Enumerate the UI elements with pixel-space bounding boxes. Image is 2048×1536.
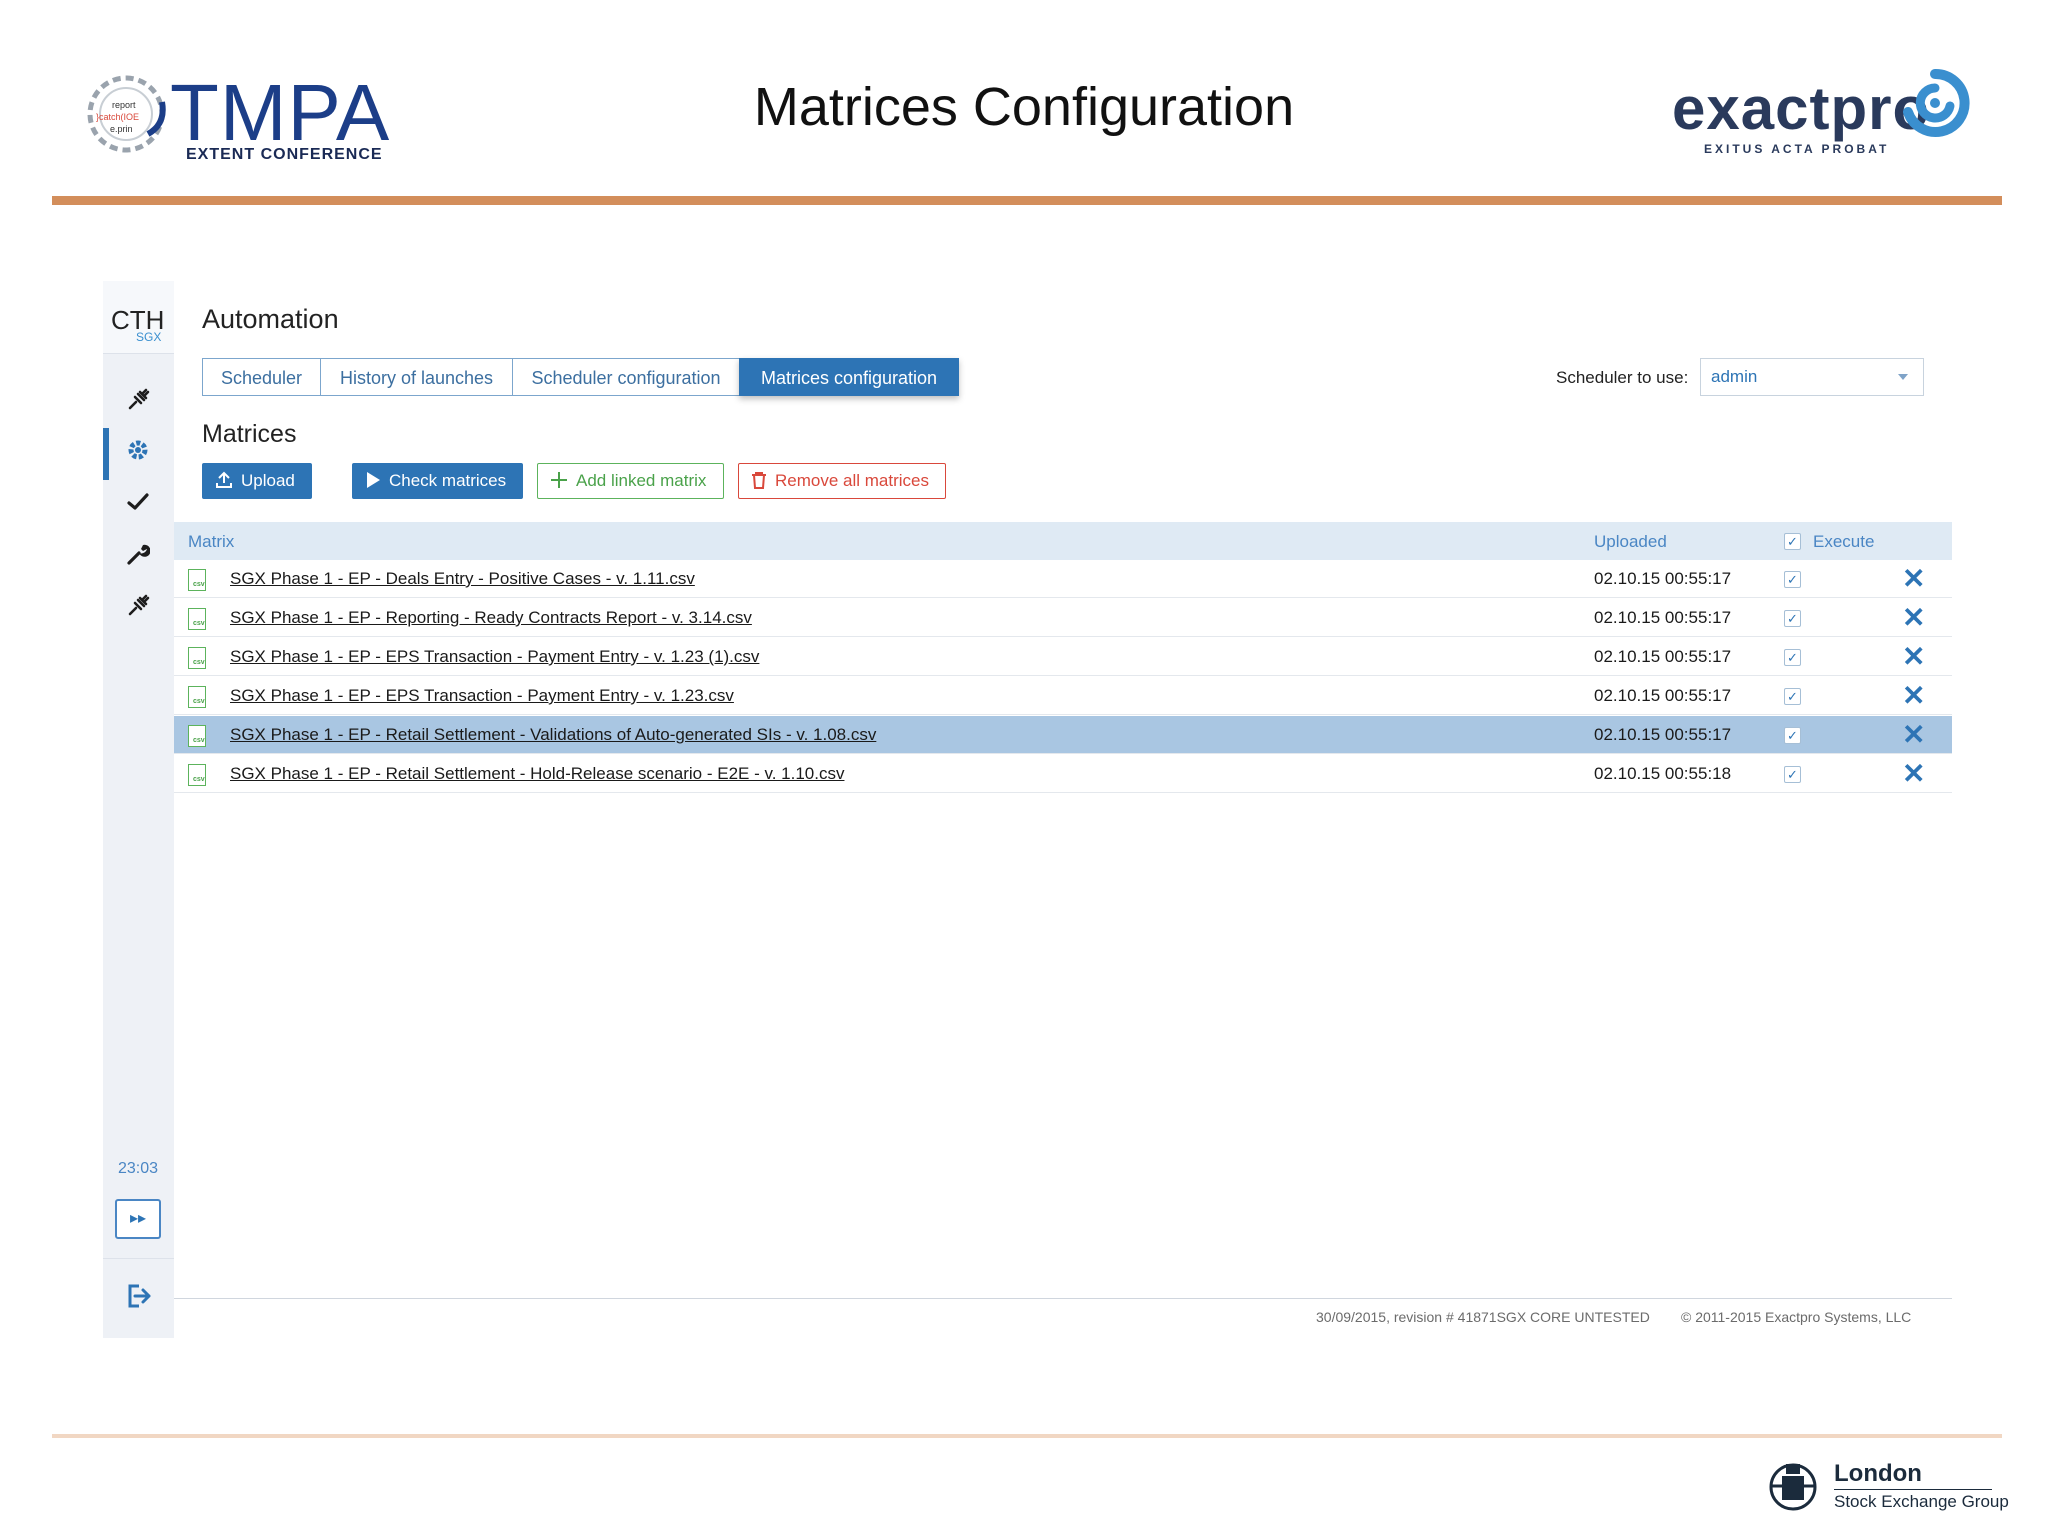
column-header-execute: Execute bbox=[1813, 532, 1875, 551]
close-icon: ✕ bbox=[1902, 758, 1926, 789]
svg-text:}catch(IOE: }catch(IOE bbox=[96, 112, 139, 122]
fast-forward-button[interactable]: ▸▸ bbox=[115, 1199, 161, 1239]
lse-logo-divider bbox=[1834, 1489, 1992, 1490]
header-rule bbox=[52, 196, 2002, 205]
add-linked-matrix-label: Add linked matrix bbox=[576, 471, 707, 490]
tmpa-logo-subtitle: EXTENT CONFERENCE bbox=[186, 146, 383, 163]
sidebar-clock: 23:03 bbox=[118, 1160, 159, 1177]
matrix-file-link[interactable]: SGX Phase 1 - EP - EPS Transaction - Pay… bbox=[230, 647, 759, 667]
csv-file-icon: csv bbox=[188, 725, 206, 747]
footer-rule bbox=[52, 1434, 2002, 1438]
uploaded-date: 02.10.15 00:55:17 bbox=[1594, 686, 1732, 705]
uploaded-date: 02.10.15 00:55:17 bbox=[1594, 569, 1732, 588]
matrix-file-link[interactable]: SGX Phase 1 - EP - EPS Transaction - Pay… bbox=[230, 686, 734, 706]
tab-scheduler[interactable]: Scheduler bbox=[202, 358, 321, 396]
tab-matrices-configuration[interactable]: Matrices configuration bbox=[739, 358, 959, 396]
remove-all-matrices-button[interactable]: Remove all matrices bbox=[738, 463, 946, 499]
copyright: © 2011-2015 Exactpro Systems, LLC bbox=[1681, 1309, 1912, 1325]
upload-button[interactable]: Upload bbox=[202, 463, 312, 499]
execute-checkbox[interactable]: ✓ bbox=[1784, 649, 1801, 666]
scheduler-label: Scheduler to use: bbox=[1556, 368, 1689, 387]
plug-icon[interactable] bbox=[123, 388, 153, 418]
check-matrices-label: Check matrices bbox=[389, 471, 507, 490]
brand-sub: SGX bbox=[136, 330, 162, 344]
section-title: Matrices bbox=[202, 420, 297, 448]
csv-file-icon: csv bbox=[188, 686, 206, 708]
fast-forward-icon: ▸▸ bbox=[129, 1210, 147, 1227]
csv-file-icon: csv bbox=[188, 608, 206, 630]
play-icon bbox=[365, 464, 381, 498]
close-icon: ✕ bbox=[1902, 563, 1926, 594]
matrix-file-link[interactable]: SGX Phase 1 - EP - Reporting - Ready Con… bbox=[230, 608, 752, 628]
lse-crest-icon bbox=[1769, 1463, 1817, 1511]
tab-scheduler-configuration[interactable]: Scheduler configuration bbox=[512, 358, 740, 396]
remove-matrix-button[interactable]: ✕ bbox=[1902, 643, 1925, 671]
uploaded-date: 02.10.15 00:55:17 bbox=[1594, 608, 1732, 627]
execute-checkbox[interactable]: ✓ bbox=[1784, 766, 1801, 783]
scheduler-select[interactable]: admin bbox=[1700, 358, 1924, 396]
close-icon: ✕ bbox=[1902, 641, 1926, 672]
exactpro-logo-text: exactpro bbox=[1672, 75, 1931, 142]
close-icon: ✕ bbox=[1902, 602, 1926, 633]
app-window bbox=[103, 281, 1953, 1338]
app-footer-divider bbox=[174, 1298, 1952, 1299]
exactpro-swirl-icon bbox=[1903, 68, 1970, 137]
execute-checkbox[interactable]: ✓ bbox=[1784, 571, 1801, 588]
uploaded-date: 02.10.15 00:55:18 bbox=[1594, 764, 1732, 783]
execute-all-checkbox[interactable]: ✓ bbox=[1784, 533, 1801, 550]
csv-file-icon: csv bbox=[188, 569, 206, 591]
sidebar-active-indicator bbox=[103, 428, 109, 480]
uploaded-date: 02.10.15 00:55:17 bbox=[1594, 647, 1732, 666]
plug-icon[interactable] bbox=[123, 594, 153, 624]
matrix-file-link[interactable]: SGX Phase 1 - EP - Deals Entry - Positiv… bbox=[230, 569, 695, 589]
remove-matrix-button[interactable]: ✕ bbox=[1902, 682, 1925, 710]
column-header-matrix[interactable]: Matrix bbox=[188, 532, 234, 552]
plus-icon bbox=[550, 464, 568, 498]
upload-icon bbox=[215, 464, 233, 498]
check-matrices-button[interactable]: Check matrices bbox=[352, 463, 523, 499]
upload-button-label: Upload bbox=[241, 471, 295, 490]
execute-checkbox[interactable]: ✓ bbox=[1784, 610, 1801, 627]
remove-matrix-button[interactable]: ✕ bbox=[1902, 565, 1925, 593]
remove-matrix-button[interactable]: ✕ bbox=[1902, 604, 1925, 632]
remove-matrix-button[interactable]: ✕ bbox=[1902, 721, 1925, 749]
sidebar-divider bbox=[103, 1258, 174, 1259]
csv-file-icon: csv bbox=[188, 647, 206, 669]
close-icon: ✕ bbox=[1902, 719, 1926, 750]
exactpro-tagline: EXITUS ACTA PROBAT bbox=[1704, 142, 1890, 156]
close-icon: ✕ bbox=[1902, 680, 1926, 711]
tab-history-of-launches[interactable]: History of launches bbox=[320, 358, 513, 396]
table-header bbox=[174, 522, 1952, 560]
svg-text:report: report bbox=[112, 100, 136, 110]
svg-text:e.prin: e.prin bbox=[110, 124, 133, 134]
logout-icon bbox=[128, 1284, 151, 1308]
chevron-down-icon bbox=[1898, 374, 1908, 380]
wrench-icon[interactable] bbox=[123, 542, 153, 572]
page-title: Automation bbox=[202, 304, 339, 334]
remove-matrix-button[interactable]: ✕ bbox=[1902, 760, 1925, 788]
remove-all-matrices-label: Remove all matrices bbox=[775, 471, 929, 490]
gear-icon[interactable] bbox=[123, 438, 153, 468]
revision-info: 30/09/2015, revision # 41871SGX CORE UNT… bbox=[1316, 1309, 1650, 1325]
trash-icon bbox=[751, 464, 767, 498]
csv-file-icon: csv bbox=[188, 764, 206, 786]
check-icon[interactable] bbox=[123, 490, 153, 520]
lse-logo-group: Stock Exchange Group bbox=[1834, 1492, 2009, 1511]
matrix-file-link[interactable]: SGX Phase 1 - EP - Retail Settlement - V… bbox=[230, 725, 876, 745]
uploaded-date: 02.10.15 00:55:17 bbox=[1594, 725, 1732, 744]
logout-button[interactable] bbox=[125, 1282, 153, 1317]
execute-checkbox[interactable]: ✓ bbox=[1784, 727, 1801, 744]
lse-logo-name: London bbox=[1834, 1460, 1922, 1487]
add-linked-matrix-button[interactable]: Add linked matrix bbox=[537, 463, 724, 499]
matrix-file-link[interactable]: SGX Phase 1 - EP - Retail Settlement - H… bbox=[230, 764, 844, 784]
tmpa-logo-text: TMPA bbox=[170, 68, 391, 157]
column-header-uploaded[interactable]: Uploaded bbox=[1594, 532, 1667, 552]
execute-checkbox[interactable]: ✓ bbox=[1784, 688, 1801, 705]
